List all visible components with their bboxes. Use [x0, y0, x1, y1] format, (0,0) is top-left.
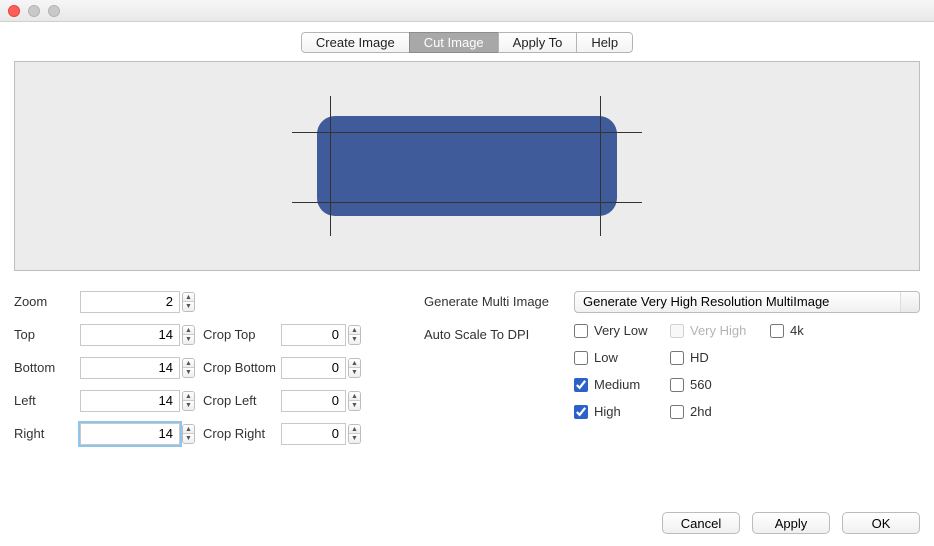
window-minimize-button[interactable] [28, 5, 40, 17]
left-input[interactable] [80, 390, 180, 412]
window-zoom-button[interactable] [48, 5, 60, 17]
crop-bottom-input[interactable] [281, 357, 346, 379]
titlebar [0, 0, 934, 22]
label-4k: 4k [790, 323, 804, 338]
checkbox-low[interactable] [574, 351, 588, 365]
zoom-label: Zoom [14, 294, 80, 309]
crop-top-input[interactable] [281, 324, 346, 346]
top-input[interactable] [80, 324, 180, 346]
generate-multi-image-select[interactable]: Generate Very High Resolution MultiImage [574, 291, 920, 313]
tab-apply-to[interactable]: Apply To [498, 32, 577, 53]
bottom-stepper[interactable]: ▲▼ [182, 358, 195, 378]
crop-right-input[interactable] [281, 423, 346, 445]
bottom-label: Bottom [14, 360, 80, 375]
window-close-button[interactable] [8, 5, 20, 17]
checkbox-2hd[interactable] [670, 405, 684, 419]
generate-multi-image-label: Generate Multi Image [424, 294, 574, 309]
cancel-button[interactable]: Cancel [662, 512, 740, 534]
left-label: Left [14, 393, 80, 408]
label-very-low: Very Low [594, 323, 647, 338]
label-low: Low [594, 350, 618, 365]
preview-shape [317, 116, 617, 216]
crop-right-stepper[interactable]: ▲▼ [348, 424, 361, 444]
crop-bottom-label: Crop Bottom [195, 360, 281, 375]
crop-left-stepper[interactable]: ▲▼ [348, 391, 361, 411]
left-stepper[interactable]: ▲▼ [182, 391, 195, 411]
label-hd: HD [690, 350, 709, 365]
crop-left-label: Crop Left [195, 393, 281, 408]
guide-right [600, 96, 601, 236]
right-input[interactable] [80, 423, 180, 445]
tab-cut-image[interactable]: Cut Image [409, 32, 498, 53]
ok-button[interactable]: OK [842, 512, 920, 534]
checkbox-very-high [670, 324, 684, 338]
guide-left [330, 96, 331, 236]
checkbox-4k[interactable] [770, 324, 784, 338]
right-label: Right [14, 426, 80, 441]
zoom-input[interactable] [80, 291, 180, 313]
tab-create-image[interactable]: Create Image [301, 32, 409, 53]
crop-top-stepper[interactable]: ▲▼ [348, 325, 361, 345]
checkbox-medium[interactable] [574, 378, 588, 392]
checkbox-hd[interactable] [670, 351, 684, 365]
guide-top [292, 132, 642, 133]
label-560: 560 [690, 377, 712, 392]
checkbox-high[interactable] [574, 405, 588, 419]
zoom-stepper[interactable]: ▲▼ [182, 292, 195, 312]
crop-left-input[interactable] [281, 390, 346, 412]
apply-button[interactable]: Apply [752, 512, 830, 534]
label-2hd: 2hd [690, 404, 712, 419]
checkbox-560[interactable] [670, 378, 684, 392]
top-label: Top [14, 327, 80, 342]
top-stepper[interactable]: ▲▼ [182, 325, 195, 345]
crop-bottom-stepper[interactable]: ▲▼ [348, 358, 361, 378]
tab-help[interactable]: Help [576, 32, 633, 53]
bottom-input[interactable] [80, 357, 180, 379]
preview-area [14, 61, 920, 271]
right-stepper[interactable]: ▲▼ [182, 424, 195, 444]
label-medium: Medium [594, 377, 640, 392]
label-very-high: Very High [690, 323, 746, 338]
dialog-body: Create Image Cut Image Apply To Help Zoo… [0, 22, 934, 546]
crop-top-label: Crop Top [195, 327, 281, 342]
auto-scale-to-dpi-label: Auto Scale To DPI [424, 327, 574, 342]
checkbox-very-low[interactable] [574, 324, 588, 338]
label-high: High [594, 404, 621, 419]
crop-right-label: Crop Right [195, 426, 281, 441]
tab-bar: Create Image Cut Image Apply To Help [301, 32, 633, 53]
guide-bottom [292, 202, 642, 203]
